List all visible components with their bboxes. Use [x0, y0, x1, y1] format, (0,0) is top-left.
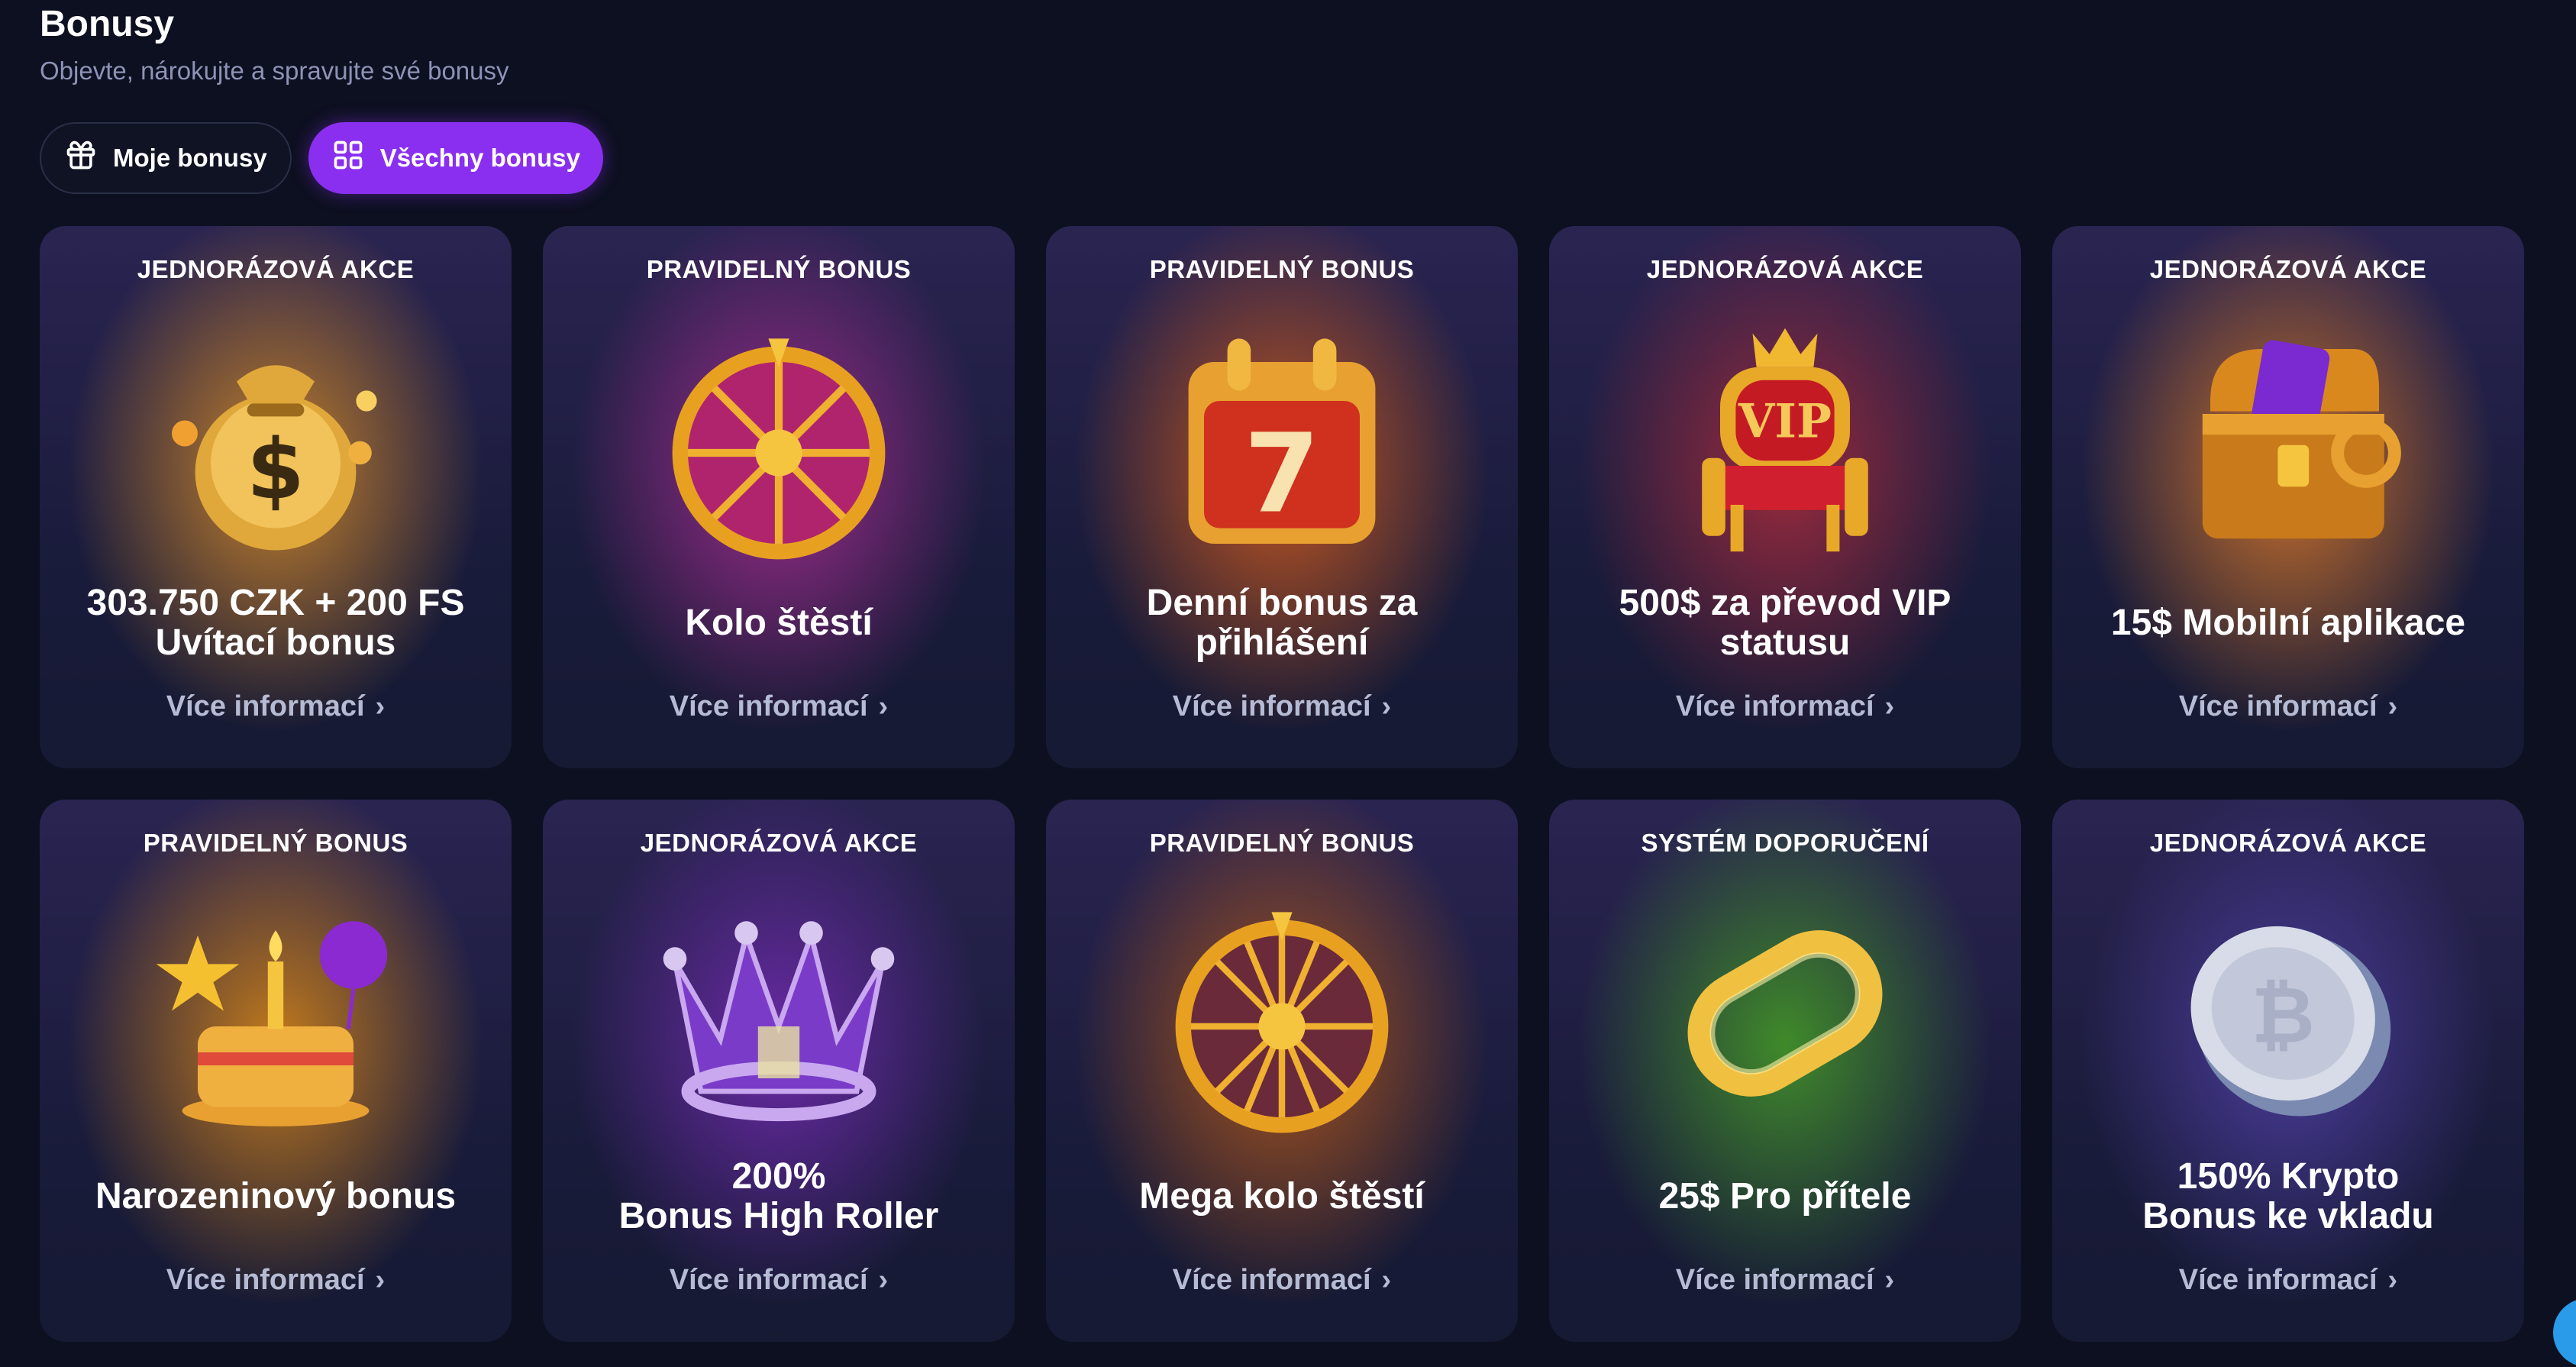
tab-my-bonuses-label: Moje bonusy	[113, 144, 267, 172]
svg-text:₿: ₿	[2252, 970, 2315, 1061]
bonus-type-tag: JEDNORÁZOVÁ AKCE	[2149, 829, 2427, 857]
bonus-card-high-roller[interactable]: JEDNORÁZOVÁ AKCE 200% Bonus High Roller …	[543, 800, 1015, 1342]
bonus-type-tag: PRAVIDELNÝ BONUS	[646, 255, 912, 283]
more-info-link[interactable]: Více informací ›	[40, 690, 512, 723]
bonus-type-tag: SYSTÉM DOPORUČENÍ	[1641, 829, 1929, 857]
bonus-grid: JEDNORÁZOVÁ AKCE $ 303.750 CZK + 200 FS …	[40, 226, 2524, 1342]
chevron-right-icon: ›	[375, 1264, 386, 1296]
bonus-title: 200% Bonus High Roller	[618, 1156, 939, 1236]
chevron-right-icon: ›	[878, 690, 889, 722]
bonus-tabs: Moje bonusy Všechny bonusy	[40, 122, 603, 194]
more-info-label: Více informací	[166, 690, 365, 722]
chevron-right-icon: ›	[1884, 690, 1895, 722]
bonus-card-birthday[interactable]: PRAVIDELNÝ BONUS Narozeninový bonus Více…	[40, 800, 512, 1342]
chevron-right-icon: ›	[1381, 690, 1392, 722]
chevron-right-icon: ›	[878, 1264, 889, 1296]
bonus-card-vip-transfer[interactable]: JEDNORÁZOVÁ AKCE VIP 500$ za převod VIP …	[1549, 226, 2021, 768]
vip-throne-icon: VIP	[1655, 310, 1915, 570]
more-info-label: Více informací	[669, 1264, 868, 1296]
svg-text:7: 7	[1244, 410, 1319, 538]
more-info-link[interactable]: Více informací ›	[2052, 690, 2524, 723]
svg-text:VIP: VIP	[1738, 395, 1832, 449]
crown-icon	[649, 884, 909, 1143]
bonus-title: Kolo štěstí	[685, 603, 873, 643]
chevron-right-icon: ›	[1884, 1264, 1895, 1296]
bonus-type-tag: PRAVIDELNÝ BONUS	[143, 829, 408, 857]
chevron-right-icon: ›	[1381, 1264, 1392, 1296]
fortune-wheel-icon	[1152, 884, 1412, 1143]
more-info-link[interactable]: Více informací ›	[40, 1264, 512, 1297]
more-info-link[interactable]: Více informací ›	[1046, 1264, 1518, 1297]
treasure-chest-icon	[2158, 310, 2418, 570]
page-subtitle: Objevte, nárokujte a spravujte své bonus…	[40, 57, 509, 85]
more-info-label: Více informací	[1675, 1264, 1874, 1296]
chat-button[interactable]	[2553, 1298, 2576, 1367]
page-title: Bonusy	[40, 4, 175, 44]
more-info-link[interactable]: Více informací ›	[2052, 1264, 2524, 1297]
more-info-label: Více informací	[1172, 690, 1371, 722]
bonus-title: Mega kolo štěstí	[1139, 1176, 1425, 1217]
svg-text:$: $	[247, 422, 305, 519]
gift-icon	[64, 138, 98, 178]
tab-all-bonuses[interactable]: Všechny bonusy	[308, 122, 603, 194]
birthday-cake-icon	[146, 884, 405, 1143]
fortune-wheel-icon	[649, 310, 909, 570]
more-info-link[interactable]: Více informací ›	[1046, 690, 1518, 723]
chain-link-icon	[1655, 884, 1915, 1143]
more-info-link[interactable]: Více informací ›	[1549, 690, 2021, 723]
more-info-label: Více informací	[166, 1264, 365, 1296]
bonus-title: 25$ Pro přítele	[1658, 1176, 1912, 1217]
bonus-card-referral[interactable]: SYSTÉM DOPORUČENÍ 25$ Pro přítele Více i…	[1549, 800, 2021, 1342]
bonus-title: Narozeninový bonus	[95, 1176, 457, 1217]
bonus-type-tag: JEDNORÁZOVÁ AKCE	[640, 829, 918, 857]
bonus-card-wheel[interactable]: PRAVIDELNÝ BONUS Kolo štěstí Více inform…	[543, 226, 1015, 768]
more-info-link[interactable]: Více informací ›	[543, 690, 1015, 723]
chevron-right-icon: ›	[2387, 1264, 2398, 1296]
bonus-type-tag: JEDNORÁZOVÁ AKCE	[137, 255, 415, 283]
bonus-type-tag: PRAVIDELNÝ BONUS	[1149, 255, 1415, 283]
more-info-link[interactable]: Více informací ›	[1549, 1264, 2021, 1297]
tab-all-bonuses-label: Všechny bonusy	[379, 144, 580, 172]
crypto-coin-icon: ₿	[2158, 884, 2418, 1143]
more-info-label: Více informací	[1675, 690, 1874, 722]
more-info-label: Více informací	[669, 690, 868, 722]
grid-icon	[331, 138, 365, 178]
chevron-right-icon: ›	[2387, 690, 2398, 722]
chevron-right-icon: ›	[375, 690, 386, 722]
bonus-card-mobile-app[interactable]: JEDNORÁZOVÁ AKCE 15$ Mobilní aplikace Ví…	[2052, 226, 2524, 768]
bonus-title: 15$ Mobilní aplikace	[2110, 603, 2466, 643]
bonus-card-mega-wheel[interactable]: PRAVIDELNÝ BONUS Mega kolo štěstí Více i…	[1046, 800, 1518, 1342]
more-info-label: Více informací	[1172, 1264, 1371, 1296]
calendar-icon: 7	[1152, 310, 1412, 570]
bonus-title: 500$ za převod VIP statusu	[1619, 583, 1951, 663]
bonus-type-tag: JEDNORÁZOVÁ AKCE	[2149, 255, 2427, 283]
bonus-type-tag: JEDNORÁZOVÁ AKCE	[1646, 255, 1924, 283]
bonus-title: 150% Krypto Bonus ke vkladu	[2142, 1156, 2434, 1236]
tab-my-bonuses[interactable]: Moje bonusy	[40, 122, 292, 194]
more-info-link[interactable]: Více informací ›	[543, 1264, 1015, 1297]
bonus-card-crypto-deposit[interactable]: JEDNORÁZOVÁ AKCE ₿ 150% Krypto Bonus ke …	[2052, 800, 2524, 1342]
bonus-card-welcome[interactable]: JEDNORÁZOVÁ AKCE $ 303.750 CZK + 200 FS …	[40, 226, 512, 768]
more-info-label: Více informací	[2178, 690, 2377, 722]
bonus-card-daily-login[interactable]: PRAVIDELNÝ BONUS 7 Denní bonus za přihlá…	[1046, 226, 1518, 768]
more-info-label: Více informací	[2178, 1264, 2377, 1296]
bonus-type-tag: PRAVIDELNÝ BONUS	[1149, 829, 1415, 857]
bonus-title: Denní bonus za přihlášení	[1146, 583, 1418, 663]
money-bag-icon: $	[146, 310, 405, 570]
bonus-title: 303.750 CZK + 200 FS Uvítací bonus	[86, 583, 465, 663]
